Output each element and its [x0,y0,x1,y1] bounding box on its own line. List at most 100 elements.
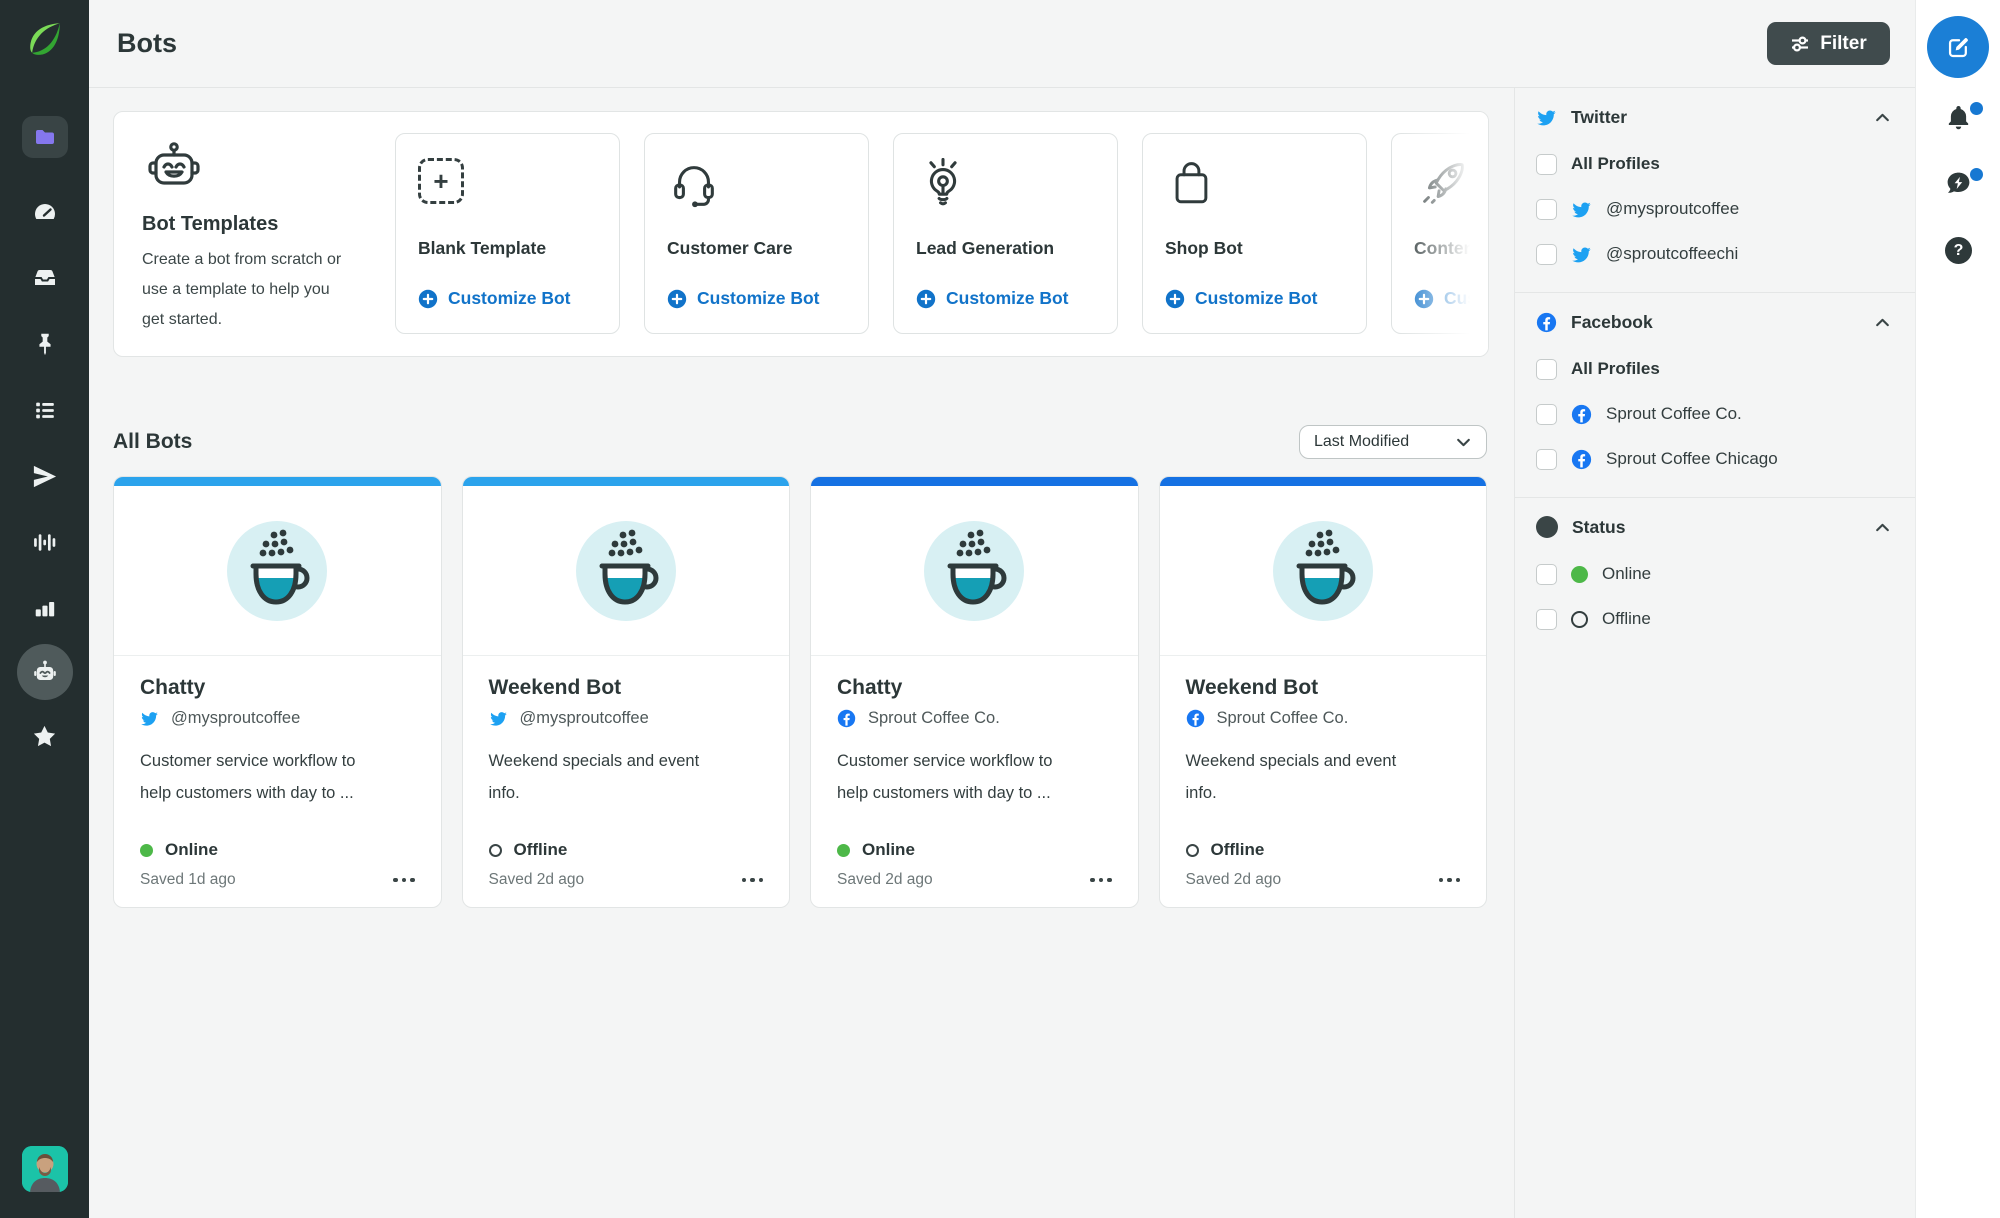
filters-panel: Twitter All Profiles @mysproutcoffee @sp… [1514,88,1915,1218]
customize-bot-link[interactable]: Customize Bot [916,288,1069,309]
customize-label: Customize Bot [1444,288,1488,308]
template-name: Blank Template [418,238,547,258]
template-card-blank: + Blank Template Customize Bot [395,133,620,334]
filter-button[interactable]: Filter [1767,22,1890,65]
filter-section-title: Status [1572,516,1626,537]
sort-value: Last Modified [1314,433,1410,450]
bot-profile: @mysproutcoffee [519,709,649,727]
avatar-image [21,1146,68,1192]
online-status-dot [140,843,153,857]
customize-bot-link[interactable]: Customize Bot [1414,288,1488,309]
filter-option: @sproutcoffeechi [1536,243,1891,265]
sidebar-item-pinned[interactable] [0,330,89,358]
sidebar-item-bots[interactable] [0,644,89,700]
sprout-logo-icon[interactable] [0,16,89,60]
messages-button[interactable] [1916,166,2000,198]
filter-section-facebook: Facebook All Profiles Sprout Coffee Co. … [1515,293,1915,498]
sidebar-item-assets[interactable] [0,115,89,159]
twitter-icon [1571,244,1592,265]
customize-bot-link[interactable]: Customize Bot [1165,288,1318,309]
more-options-button[interactable] [741,874,763,887]
right-rail: ? [1915,0,2000,1218]
filter-section-status: Status Online Offline [1515,498,1915,657]
filter-section-header[interactable]: Facebook [1536,309,1891,335]
bot-description: Weekend specials and event info. [1185,752,1397,802]
bot-card[interactable]: Weekend Bot @mysproutcoffee Weekend spec… [461,476,790,908]
filter-section-header[interactable]: Twitter [1536,104,1891,130]
chevron-up-icon[interactable] [1874,109,1891,126]
card-accent-bar [114,477,441,486]
chevron-up-icon[interactable] [1874,314,1891,331]
twitter-icon [1571,199,1592,220]
template-name: Shop Bot [1165,238,1243,258]
sidebar-item-reports[interactable] [0,594,89,622]
bot-avatar [811,486,1138,656]
sidebar-item-dashboard[interactable] [0,198,89,226]
sidebar-item-listening[interactable] [0,528,89,556]
twitter-icon [489,709,508,728]
bot-card[interactable]: Chatty Sprout Coffee Co. Customer servic… [810,476,1139,908]
filter-section-twitter: Twitter All Profiles @mysproutcoffee @sp… [1515,88,1915,293]
customize-bot-link[interactable]: Customize Bot [667,288,820,309]
notifications-button[interactable] [1916,100,2000,132]
user-avatar[interactable] [0,1146,89,1192]
bot-card[interactable]: Weekend Bot Sprout Coffee Co. Weekend sp… [1158,476,1487,908]
templates-title: Bot Templates [142,213,279,235]
plus-circle-icon [916,289,936,308]
bot-card-grid: Chatty @mysproutcoffee Customer service … [113,476,1487,908]
star-icon [33,725,56,746]
filter-option: All Profiles [1536,153,1891,175]
audio-wave-icon [34,533,56,551]
active-bot-pill [16,644,73,700]
question-mark-icon: ? [1945,237,1972,264]
checkbox[interactable] [1536,358,1557,380]
filter-option-label: Sprout Coffee Chicago [1606,449,1778,468]
plus-circle-icon [1165,289,1185,308]
bot-avatar [1159,486,1486,656]
sidebar-item-inbox[interactable] [0,264,89,292]
customize-label: Customize Bot [946,288,1069,308]
checkbox[interactable] [1536,243,1557,265]
sidebar-item-publishing[interactable] [0,462,89,490]
all-bots-title: All Bots [113,430,193,453]
checkbox[interactable] [1536,153,1557,175]
shopping-bag-icon [1175,162,1208,204]
coffee-cup-icon [576,521,676,621]
more-options-button[interactable] [393,874,415,887]
more-options-button[interactable] [1090,874,1112,887]
sidebar-item-favorites[interactable] [0,722,89,750]
sort-dropdown[interactable]: Last Modified [1299,425,1487,459]
checkbox[interactable] [1536,198,1557,220]
list-icon [35,402,54,419]
filter-option: Sprout Coffee Co. [1536,403,1891,425]
filter-option: Online [1536,563,1891,585]
chevron-up-icon[interactable] [1874,519,1891,536]
bot-description: Weekend specials and event info. [488,752,700,802]
checkbox[interactable] [1536,608,1557,630]
bot-description: Customer service workflow to help custom… [140,752,356,802]
facebook-icon [1536,312,1557,333]
compose-button[interactable] [1927,16,1989,78]
card-accent-bar [462,477,789,486]
checkbox[interactable] [1536,448,1557,470]
sidebar-item-tasks[interactable] [0,396,89,424]
filter-option-label: Online [1602,564,1652,583]
checkbox[interactable] [1536,563,1557,585]
robot-icon [148,142,200,185]
bot-icon [33,660,56,680]
status-circle-icon [1536,516,1558,538]
bot-status: Offline [513,840,568,859]
saved-timestamp: Saved 1d ago [140,871,236,888]
bot-avatar [114,486,441,656]
customize-bot-link[interactable]: Customize Bot [418,288,571,309]
bot-status: Offline [1210,840,1265,859]
help-button[interactable]: ? [1916,237,2000,264]
checkbox[interactable] [1536,403,1557,425]
more-options-button[interactable] [1438,874,1460,887]
filter-section-title: Facebook [1571,311,1653,332]
filter-option: @mysproutcoffee [1536,198,1891,220]
filter-option: Sprout Coffee Chicago [1536,448,1891,470]
coffee-cup-icon [1273,521,1373,621]
filter-section-header[interactable]: Status [1536,514,1891,540]
bot-card[interactable]: Chatty @mysproutcoffee Customer service … [113,476,442,908]
